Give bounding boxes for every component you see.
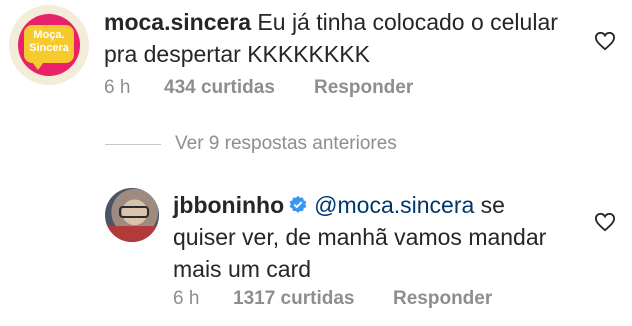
avatar[interactable]: Moça. Sincera <box>9 5 89 85</box>
comment-text: moca.sincera Eu já tinha colocado o celu… <box>104 6 564 70</box>
comment-time: 6 h <box>104 77 131 98</box>
divider-line <box>105 143 161 145</box>
comment-text: jbboninho @moca.sincera se quiser ver, de… <box>173 189 573 285</box>
heart-icon[interactable] <box>594 31 616 51</box>
comment-meta: 6 h 434 curtidas Responder <box>104 77 413 99</box>
comment-meta: 6 h 1317 curtidas Responder <box>173 288 492 310</box>
reply-button[interactable]: Responder <box>314 77 413 99</box>
comment-username[interactable]: moca.sincera <box>104 9 251 35</box>
reply-button[interactable]: Responder <box>393 288 492 310</box>
avatar-shirt <box>105 226 159 242</box>
avatar[interactable] <box>105 188 159 242</box>
verified-badge-icon <box>289 195 307 213</box>
comment-time: 6 h <box>173 288 200 309</box>
comment-likes[interactable]: 434 curtidas <box>164 77 314 99</box>
avatar-logo-text: Moça. Sincera <box>29 29 69 54</box>
avatar-glasses <box>119 206 149 218</box>
view-previous-replies[interactable]: Ver 9 respostas anteriores <box>105 133 397 155</box>
comment-username[interactable]: jbboninho <box>173 192 284 218</box>
heart-icon[interactable] <box>594 212 616 232</box>
view-replies-label[interactable]: Ver 9 respostas anteriores <box>175 133 397 155</box>
comment-likes[interactable]: 1317 curtidas <box>233 288 393 310</box>
mention-link[interactable]: @moca.sincera <box>314 192 474 218</box>
